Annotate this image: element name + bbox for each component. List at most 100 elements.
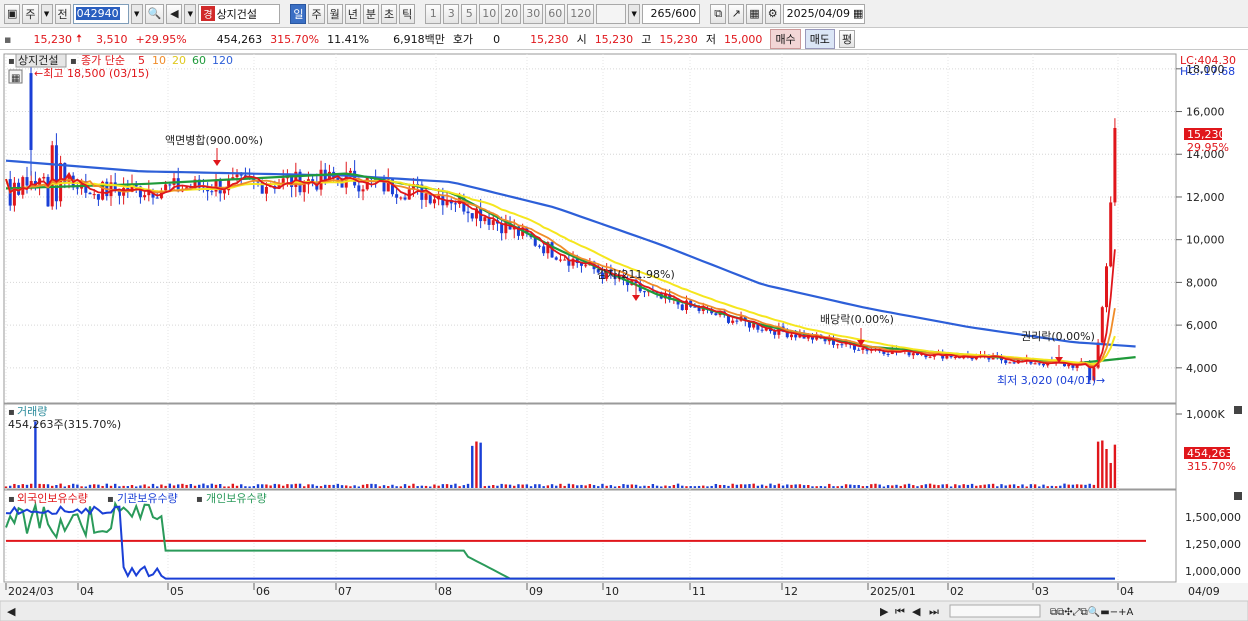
stock-name: 상지건설 bbox=[216, 7, 258, 21]
volume-bar bbox=[328, 484, 331, 488]
candle-body bbox=[424, 193, 428, 200]
candle-body bbox=[164, 184, 168, 191]
interval-button-60[interactable]: 60 bbox=[545, 3, 566, 24]
volume-bar bbox=[513, 485, 516, 488]
volume-bar bbox=[84, 486, 88, 488]
volume-bar bbox=[399, 486, 403, 488]
volume-bar bbox=[357, 486, 361, 488]
volume-bar bbox=[1101, 440, 1104, 488]
scroll-left-icon[interactable]: ◀ bbox=[7, 605, 16, 618]
volume-bar bbox=[1054, 486, 1058, 488]
holding-panel-close-icon[interactable] bbox=[1234, 492, 1242, 500]
count-input[interactable]: 265/600 bbox=[642, 3, 701, 24]
volume-bar bbox=[118, 486, 121, 488]
scroll-first-icon[interactable]: ⏮ bbox=[895, 605, 905, 618]
volume-bar bbox=[1021, 484, 1024, 488]
stock-chart-svg[interactable]: ▪ 상지건설 ▪ 종가 단순 5 10 20 60 120 ▦ ←최고 18,5… bbox=[0, 50, 1248, 621]
period-button-year[interactable]: 년 bbox=[344, 3, 361, 24]
volume-bar bbox=[227, 486, 230, 488]
candle-body bbox=[1113, 127, 1117, 203]
buy-button[interactable]: 매수 bbox=[770, 29, 801, 49]
interval-button-3[interactable]: 3 bbox=[443, 3, 460, 24]
zoom-slider[interactable] bbox=[949, 604, 1041, 618]
volume-bar bbox=[714, 483, 718, 488]
toolbar-icons[interactable]: ⧉⧉✣⤢⧉🔍▬−+A bbox=[1050, 605, 1133, 618]
volume-bar bbox=[1017, 486, 1020, 488]
volume-bar bbox=[1113, 444, 1117, 488]
interval-button-5[interactable]: 5 bbox=[461, 3, 478, 24]
volume-panel-close-icon[interactable] bbox=[1234, 406, 1242, 414]
draw-tool-icon[interactable]: ↗ bbox=[728, 3, 745, 24]
interval-button-120[interactable]: 120 bbox=[567, 3, 595, 24]
candle-body bbox=[143, 195, 147, 198]
interval-button-20[interactable]: 20 bbox=[501, 3, 522, 24]
candle-body bbox=[25, 177, 29, 186]
volume-bar bbox=[626, 484, 629, 488]
interval-button-1[interactable]: 1 bbox=[425, 3, 442, 24]
volume-bar bbox=[17, 485, 20, 488]
volume-bar bbox=[979, 485, 982, 488]
candle-body bbox=[46, 176, 50, 207]
count-value: 265 bbox=[650, 7, 672, 20]
volume-bar bbox=[471, 445, 474, 488]
candle-settings-icon[interactable]: ⧉ bbox=[710, 3, 727, 24]
search-icon[interactable]: 🔍 bbox=[144, 3, 165, 24]
speaker-icon[interactable]: ◀ bbox=[166, 3, 183, 24]
volume-bar bbox=[1012, 484, 1016, 488]
speaker-dropdown-icon[interactable]: ▼ bbox=[184, 3, 197, 24]
candle-body bbox=[794, 334, 798, 338]
interval-button-10[interactable]: 10 bbox=[479, 3, 500, 24]
volume-bar bbox=[1008, 484, 1012, 488]
period-button-minute[interactable]: 분 bbox=[362, 3, 379, 24]
stock-name-box[interactable]: 경 상지건설 bbox=[198, 3, 281, 24]
period-button-tick[interactable]: 틱 bbox=[399, 3, 416, 24]
interval-custom-box[interactable] bbox=[596, 3, 627, 24]
candle-body bbox=[928, 356, 932, 358]
volume-bar bbox=[1075, 484, 1079, 488]
trade-amount: 6,918백만 bbox=[393, 33, 445, 46]
volume-bar bbox=[618, 486, 621, 488]
chevron-down-icon[interactable]: ▼ bbox=[40, 3, 53, 24]
volume-bar bbox=[30, 483, 33, 488]
interval-button-30[interactable]: 30 bbox=[523, 3, 544, 24]
volume-bar bbox=[345, 485, 348, 488]
period-button-month[interactable]: 월 bbox=[326, 3, 343, 24]
prev-button[interactable]: 전 bbox=[54, 3, 71, 24]
scroll-next-icon[interactable]: ⏭ bbox=[929, 605, 939, 618]
volume-bar bbox=[1096, 441, 1100, 488]
x-tick-label: 02 bbox=[950, 585, 964, 598]
candle-body bbox=[558, 259, 562, 261]
calendar-icon[interactable]: ▦ bbox=[853, 7, 863, 20]
volume-bar bbox=[105, 483, 109, 488]
candle-body bbox=[563, 259, 567, 261]
date-input[interactable]: 2025/04/09 ▦ bbox=[782, 3, 865, 24]
holding-ytick-1000000: 1,000,000 bbox=[1185, 565, 1241, 578]
volume-bar bbox=[924, 484, 928, 488]
scroll-prev-icon[interactable]: ◀ bbox=[912, 605, 921, 618]
period-button-second[interactable]: 초 bbox=[380, 3, 398, 24]
candle-body bbox=[1109, 202, 1113, 267]
volume-bar bbox=[231, 483, 235, 488]
sell-button[interactable]: 매도 bbox=[804, 29, 835, 49]
stock-code-input[interactable]: 042940 bbox=[72, 3, 129, 24]
candle-body bbox=[239, 174, 243, 176]
volume-bar bbox=[198, 484, 201, 488]
gear-icon[interactable]: ⚙ bbox=[764, 3, 781, 24]
chart-type-button[interactable]: 주 bbox=[22, 3, 39, 24]
scroll-right-icon[interactable]: ▶ bbox=[880, 605, 889, 618]
period-button-day[interactable]: 일 bbox=[290, 3, 307, 24]
code-dropdown-icon[interactable]: ▼ bbox=[130, 3, 143, 24]
volume-bar bbox=[349, 486, 352, 488]
hold-legend-dot3: ▪ bbox=[196, 494, 203, 505]
x-tick-label: 2025/01 bbox=[870, 585, 916, 598]
window-icon[interactable]: ▣ bbox=[4, 3, 21, 24]
interval-dropdown-icon[interactable]: ▼ bbox=[628, 3, 641, 24]
avg-button[interactable]: 평 bbox=[838, 30, 856, 48]
volume-bar bbox=[807, 485, 810, 488]
chart-area[interactable]: ▪ 상지건설 ▪ 종가 단순 5 10 20 60 120 ▦ ←최고 18,5… bbox=[0, 50, 1248, 621]
quote-menu-icon[interactable]: ▪ bbox=[0, 33, 15, 46]
period-button-week[interactable]: 주 bbox=[308, 3, 325, 24]
grid-icon[interactable]: ▦ bbox=[746, 3, 763, 24]
volume-bar bbox=[689, 486, 692, 488]
volume-bar bbox=[46, 484, 50, 488]
